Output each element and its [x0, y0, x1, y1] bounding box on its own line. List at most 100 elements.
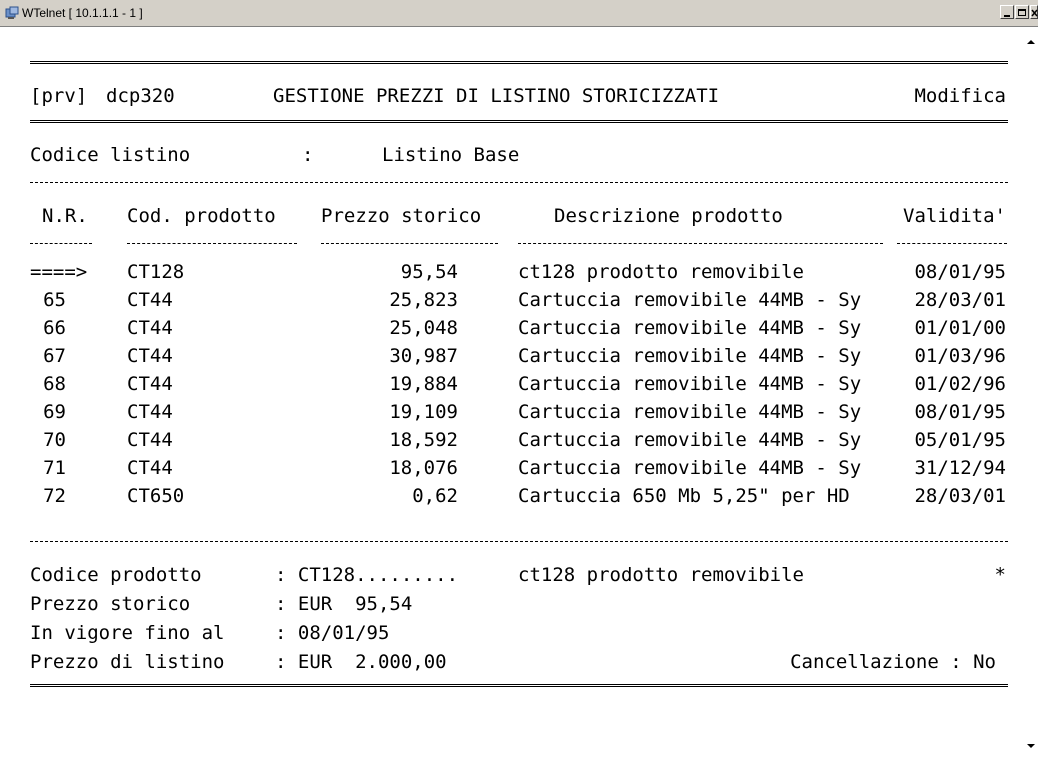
arrow-down-icon [1027, 744, 1035, 748]
column-header-description: Descrizione prodotto [554, 205, 783, 227]
row-description: Cartuccia removibile 44MB - Sy [518, 317, 862, 339]
terminal-screen[interactable]: [prv] dcp320 GESTIONE PREZZI DI LISTINO … [0, 27, 1024, 780]
row-nr: 68 [43, 373, 66, 395]
table-row[interactable]: 67 CT44 30,987 Cartuccia removibile 44MB… [0, 345, 1024, 371]
row-nr: 65 [43, 289, 66, 311]
close-icon [1031, 9, 1038, 17]
row-validity: 05/01/95 [914, 429, 1006, 451]
scroll-up-button[interactable] [1024, 35, 1038, 49]
detail-list-price-label: Prezzo di listino [30, 651, 225, 673]
detail-list-price-field[interactable]: : EUR 2.000,00 [275, 651, 447, 673]
window-title: WTelnet [ 10.1.1.1 - 1 ] [22, 6, 143, 20]
column-underline-code [127, 243, 297, 244]
row-validity: 08/01/95 [914, 261, 1006, 283]
detail-valid-until-field[interactable]: : 08/01/95 [275, 622, 389, 644]
table-row[interactable]: 72 CT650 0,62 Cartuccia 650 Mb 5,25" per… [0, 485, 1024, 511]
double-rule-top [30, 61, 1008, 67]
row-validity: 01/01/00 [914, 317, 1006, 339]
detail-code-field[interactable]: : CT128......... [275, 564, 458, 586]
row-code: CT44 [127, 429, 173, 451]
window-titlebar: WTelnet [ 10.1.1.1 - 1 ] [0, 0, 1038, 27]
column-underline-validity [897, 243, 1007, 244]
detail-flag: * [994, 564, 1006, 586]
row-code: CT128 [127, 261, 185, 283]
table-row[interactable]: 71 CT44 18,076 Cartuccia removibile 44MB… [0, 457, 1024, 483]
listino-value[interactable]: Listino Base [382, 144, 519, 166]
listino-label: Codice listino [30, 144, 191, 166]
row-code: CT44 [127, 401, 173, 423]
row-description: Cartuccia removibile 44MB - Sy [518, 345, 862, 367]
terminal-app-icon [5, 6, 19, 19]
row-description: Cartuccia removibile 44MB - Sy [518, 429, 862, 451]
row-nr: 71 [43, 457, 66, 479]
row-description: Cartuccia 650 Mb 5,25" per HD [518, 485, 850, 507]
row-nr: 69 [43, 401, 66, 423]
row-nr: 67 [43, 345, 66, 367]
row-price: 18,076 [389, 457, 458, 479]
page-title: GESTIONE PREZZI DI LISTINO STORICIZZATI [273, 85, 720, 107]
detail-price-field[interactable]: : EUR 95,54 [275, 593, 412, 615]
mode-label: Modifica [914, 85, 1006, 107]
row-price: 95,54 [400, 261, 458, 283]
row-code: CT44 [127, 289, 173, 311]
table-row[interactable]: ====> CT128 95,54 ct128 prodotto removib… [0, 261, 1024, 287]
table-row[interactable]: 66 CT44 25,048 Cartuccia removibile 44MB… [0, 317, 1024, 343]
row-nr: ====> [30, 261, 88, 283]
program-code: dcp320 [106, 85, 175, 107]
row-price: 18,592 [389, 429, 458, 451]
scroll-down-button[interactable] [1024, 739, 1038, 753]
row-validity: 31/12/94 [914, 457, 1006, 479]
table-row[interactable]: 65 CT44 25,823 Cartuccia removibile 44MB… [0, 289, 1024, 315]
table-row[interactable]: 70 CT44 18,592 Cartuccia removibile 44MB… [0, 429, 1024, 455]
row-nr: 72 [43, 485, 66, 507]
dashed-rule-table-end [30, 541, 1008, 542]
column-header-validity: Validita' [903, 205, 1006, 227]
row-nr: 70 [43, 429, 66, 451]
row-price: 19,109 [389, 401, 458, 423]
detail-code-label: Codice prodotto [30, 564, 202, 586]
row-validity: 28/03/01 [914, 289, 1006, 311]
cancellation-field[interactable]: Cancellazione : No [790, 651, 996, 673]
row-price: 19,884 [389, 373, 458, 395]
detail-valid-until-label: In vigore fino al [30, 622, 225, 644]
row-description: Cartuccia removibile 44MB - Sy [518, 457, 862, 479]
row-nr: 66 [43, 317, 66, 339]
double-rule-header [30, 120, 1008, 126]
column-underline-price [321, 243, 498, 244]
row-description: ct128 prodotto removibile [518, 261, 804, 283]
row-code: CT44 [127, 373, 173, 395]
dashed-rule-listino [30, 182, 1008, 183]
double-rule-bottom [30, 684, 1008, 690]
close-button[interactable] [1030, 5, 1038, 19]
minimize-icon [1004, 15, 1010, 17]
row-price: 0,62 [412, 485, 458, 507]
row-price: 25,823 [389, 289, 458, 311]
detail-code-description: ct128 prodotto removibile [518, 564, 804, 586]
row-validity: 01/03/96 [914, 345, 1006, 367]
row-code: CT44 [127, 317, 173, 339]
column-header-nr: N.R. [42, 205, 88, 227]
row-price: 30,987 [389, 345, 458, 367]
minimize-button[interactable] [1000, 5, 1014, 19]
column-underline-nr [30, 243, 92, 244]
maximize-icon [1018, 9, 1026, 16]
maximize-button[interactable] [1015, 5, 1029, 19]
arrow-up-icon [1027, 40, 1035, 44]
row-description: Cartuccia removibile 44MB - Sy [518, 401, 862, 423]
column-header-code: Cod. prodotto [127, 205, 276, 227]
row-code: CT650 [127, 485, 185, 507]
table-row[interactable]: 68 CT44 19,884 Cartuccia removibile 44MB… [0, 373, 1024, 399]
row-validity: 08/01/95 [914, 401, 1006, 423]
listino-sep: : [302, 144, 314, 166]
row-price: 25,048 [389, 317, 458, 339]
header-prefix: [prv] [30, 85, 88, 107]
column-underline-description [518, 243, 883, 244]
column-header-price: Prezzo storico [321, 205, 482, 227]
row-description: Cartuccia removibile 44MB - Sy [518, 373, 862, 395]
table-row[interactable]: 69 CT44 19,109 Cartuccia removibile 44MB… [0, 401, 1024, 427]
detail-price-label: Prezzo storico [30, 593, 191, 615]
vertical-scrollbar[interactable] [1024, 27, 1038, 780]
row-description: Cartuccia removibile 44MB - Sy [518, 289, 862, 311]
row-validity: 01/02/96 [914, 373, 1006, 395]
row-code: CT44 [127, 345, 173, 367]
